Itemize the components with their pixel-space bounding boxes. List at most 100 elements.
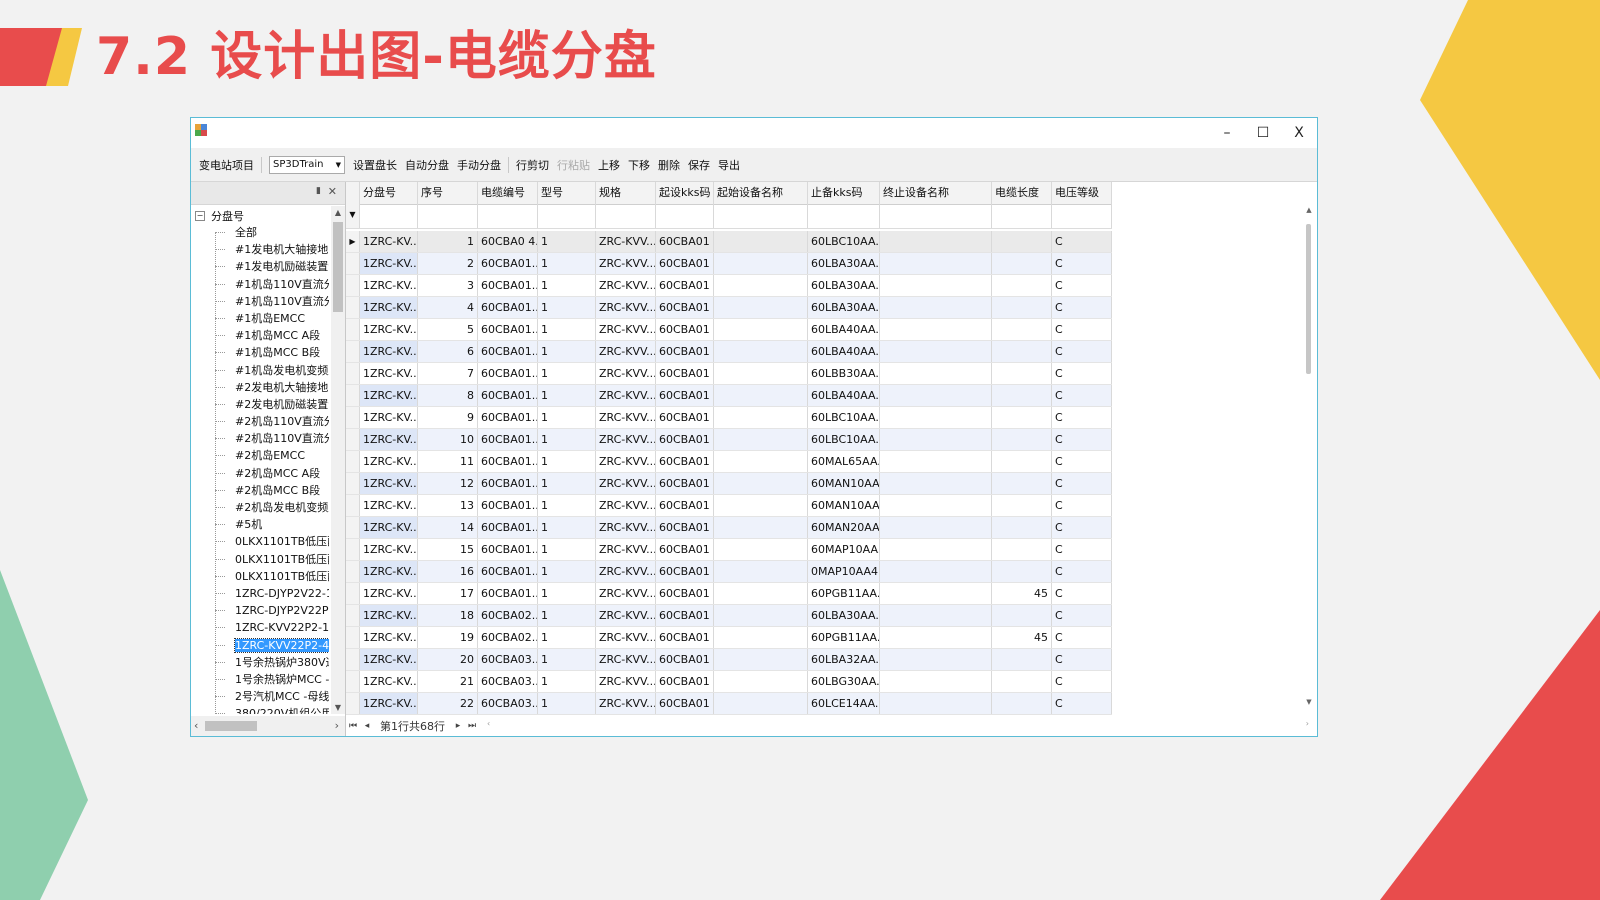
- row-indicator[interactable]: [346, 275, 360, 296]
- cell-voltage-level[interactable]: C: [1052, 561, 1112, 582]
- cell-start-device[interactable]: [714, 649, 808, 670]
- row-indicator[interactable]: [346, 627, 360, 648]
- cell-start-kks[interactable]: 60CBA01: [656, 517, 714, 538]
- cell-end-kks[interactable]: 60PGB11AA...: [808, 627, 880, 648]
- tree-horizontal-scrollbar[interactable]: ‹ ›: [191, 716, 345, 736]
- cell-spec[interactable]: ZRC-KVV...: [596, 385, 656, 406]
- cell-start-kks[interactable]: 60CBA01: [656, 539, 714, 560]
- filter-cell[interactable]: [880, 204, 992, 228]
- cell-spec[interactable]: ZRC-KVV...: [596, 231, 656, 252]
- tree-item[interactable]: #1发电机大轴接地: [211, 241, 329, 258]
- table-row[interactable]: 1ZRC-KV... 14 60CBA01... 1 ZRC-KVV... 60CBA01…: [346, 517, 1112, 539]
- tree-item[interactable]: 0LKX1101TB低压配电: [211, 533, 329, 550]
- cell-spec[interactable]: ZRC-KVV...: [596, 297, 656, 318]
- cell-cable-length[interactable]: [992, 429, 1052, 450]
- manual-split-button[interactable]: 手动分盘: [453, 157, 505, 173]
- table-row[interactable]: 1ZRC-KV... 2 60CBA01... 1 ZRC-KVV... 60CBA01 6…: [346, 253, 1112, 275]
- row-indicator[interactable]: [346, 583, 360, 604]
- cell-seq-no[interactable]: 13: [418, 495, 478, 516]
- cell-end-kks[interactable]: 60MAP10AA...: [808, 539, 880, 560]
- table-row[interactable]: 1ZRC-KV... 13 60CBA01... 1 ZRC-KVV... 60CBA01…: [346, 495, 1112, 517]
- cell-cable-no[interactable]: 60CBA01...: [478, 429, 538, 450]
- cell-cable-length[interactable]: [992, 451, 1052, 472]
- cell-cable-no[interactable]: 60CBA03...: [478, 671, 538, 692]
- cell-end-device[interactable]: [880, 253, 992, 274]
- table-row[interactable]: 1ZRC-KV... 17 60CBA01... 1 ZRC-KVV... 60CBA01…: [346, 583, 1112, 605]
- cell-start-kks[interactable]: 60CBA01: [656, 495, 714, 516]
- cell-start-device[interactable]: [714, 297, 808, 318]
- cell-cable-no[interactable]: 60CBA01...: [478, 539, 538, 560]
- scroll-left-icon[interactable]: ‹: [194, 719, 198, 732]
- cell-voltage-level[interactable]: C: [1052, 451, 1112, 472]
- cell-split-no[interactable]: 1ZRC-KV...: [360, 341, 418, 362]
- cell-start-kks[interactable]: 60CBA01: [656, 407, 714, 428]
- cell-cable-no[interactable]: 60CBA01...: [478, 341, 538, 362]
- cell-cable-length[interactable]: [992, 341, 1052, 362]
- tree-item[interactable]: 0LKX1101TB低压配电: [211, 568, 329, 585]
- table-row[interactable]: 1ZRC-KV... 21 60CBA03... 1 ZRC-KVV... 60CBA01…: [346, 671, 1112, 693]
- cell-cable-no[interactable]: 60CBA01...: [478, 451, 538, 472]
- row-indicator[interactable]: [346, 429, 360, 450]
- cell-seq-no[interactable]: 18: [418, 605, 478, 626]
- table-row[interactable]: 1ZRC-KV... 11 60CBA01... 1 ZRC-KVV... 60CBA01…: [346, 451, 1112, 473]
- cell-cable-length[interactable]: [992, 231, 1052, 252]
- cell-voltage-level[interactable]: C: [1052, 297, 1112, 318]
- table-row[interactable]: 1ZRC-KV... 8 60CBA01... 1 ZRC-KVV... 60CBA01 6…: [346, 385, 1112, 407]
- filter-cell[interactable]: [418, 204, 478, 228]
- cell-cable-no[interactable]: 60CBA01...: [478, 495, 538, 516]
- filter-cell[interactable]: [596, 204, 656, 228]
- cell-end-kks[interactable]: 60LBC10AA...: [808, 407, 880, 428]
- row-indicator[interactable]: [346, 495, 360, 516]
- cell-voltage-level[interactable]: C: [1052, 605, 1112, 626]
- scroll-left-icon[interactable]: ‹: [487, 719, 490, 728]
- cell-start-device[interactable]: [714, 319, 808, 340]
- cell-split-no[interactable]: 1ZRC-KV...: [360, 253, 418, 274]
- cell-cable-length[interactable]: [992, 517, 1052, 538]
- cell-model[interactable]: 1: [538, 297, 596, 318]
- cell-end-kks[interactable]: 60LBA30AA...: [808, 605, 880, 626]
- cell-end-kks[interactable]: 60PGB11AA...: [808, 583, 880, 604]
- column-header-end-kks[interactable]: 止备kks码: [808, 182, 880, 204]
- scroll-down-icon[interactable]: ▼: [1301, 698, 1317, 706]
- cell-split-no[interactable]: 1ZRC-KV...: [360, 495, 418, 516]
- cell-spec[interactable]: ZRC-KVV...: [596, 517, 656, 538]
- tree-item[interactable]: #1机岛110V直流分屏: [211, 293, 329, 310]
- cell-model[interactable]: 1: [538, 517, 596, 538]
- cell-cable-no[interactable]: 60CBA01...: [478, 385, 538, 406]
- column-header-start-device[interactable]: 起始设备名称: [714, 182, 808, 204]
- pin-icon[interactable]: ▮: [316, 186, 321, 196]
- cell-end-kks[interactable]: 60MAN10AA...: [808, 495, 880, 516]
- cell-split-no[interactable]: 1ZRC-KV...: [360, 649, 418, 670]
- cell-cable-no[interactable]: 60CBA01...: [478, 407, 538, 428]
- cell-spec[interactable]: ZRC-KVV...: [596, 583, 656, 604]
- cell-cable-no[interactable]: 60CBA01...: [478, 517, 538, 538]
- cell-seq-no[interactable]: 7: [418, 363, 478, 384]
- cell-cable-length[interactable]: [992, 649, 1052, 670]
- cell-cable-no[interactable]: 60CBA03...: [478, 649, 538, 670]
- cell-seq-no[interactable]: 15: [418, 539, 478, 560]
- grid-vertical-scrollbar[interactable]: ▲ ▼: [1301, 204, 1317, 708]
- cell-split-no[interactable]: 1ZRC-KV...: [360, 297, 418, 318]
- cell-seq-no[interactable]: 2: [418, 253, 478, 274]
- cell-start-kks[interactable]: 60CBA01: [656, 627, 714, 648]
- cell-cable-no[interactable]: 60CBA01...: [478, 561, 538, 582]
- cell-seq-no[interactable]: 8: [418, 385, 478, 406]
- cell-start-kks[interactable]: 60CBA01: [656, 583, 714, 604]
- cell-split-no[interactable]: 1ZRC-KV...: [360, 429, 418, 450]
- cell-cable-no[interactable]: 60CBA0 4...: [478, 231, 538, 252]
- cell-seq-no[interactable]: 14: [418, 517, 478, 538]
- cell-voltage-level[interactable]: C: [1052, 429, 1112, 450]
- tree-item[interactable]: #2发电机大轴接地: [211, 379, 329, 396]
- table-row[interactable]: 1ZRC-KV... 5 60CBA01... 1 ZRC-KVV... 60CBA01 6…: [346, 319, 1112, 341]
- cell-spec[interactable]: ZRC-KVV...: [596, 561, 656, 582]
- cell-cable-no[interactable]: 60CBA01...: [478, 319, 538, 340]
- cell-end-device[interactable]: [880, 363, 992, 384]
- tree-item[interactable]: #1机岛110V直流分屏: [211, 276, 329, 293]
- cell-end-device[interactable]: [880, 605, 992, 626]
- cell-end-kks[interactable]: 60LBA32AA...: [808, 649, 880, 670]
- cell-model[interactable]: 1: [538, 649, 596, 670]
- cell-spec[interactable]: ZRC-KVV...: [596, 627, 656, 648]
- prev-record-icon[interactable]: ◂: [360, 721, 374, 731]
- cell-seq-no[interactable]: 4: [418, 297, 478, 318]
- table-row[interactable]: 1ZRC-KV... 22 60CBA03... 1 ZRC-KVV... 60CBA01…: [346, 693, 1112, 715]
